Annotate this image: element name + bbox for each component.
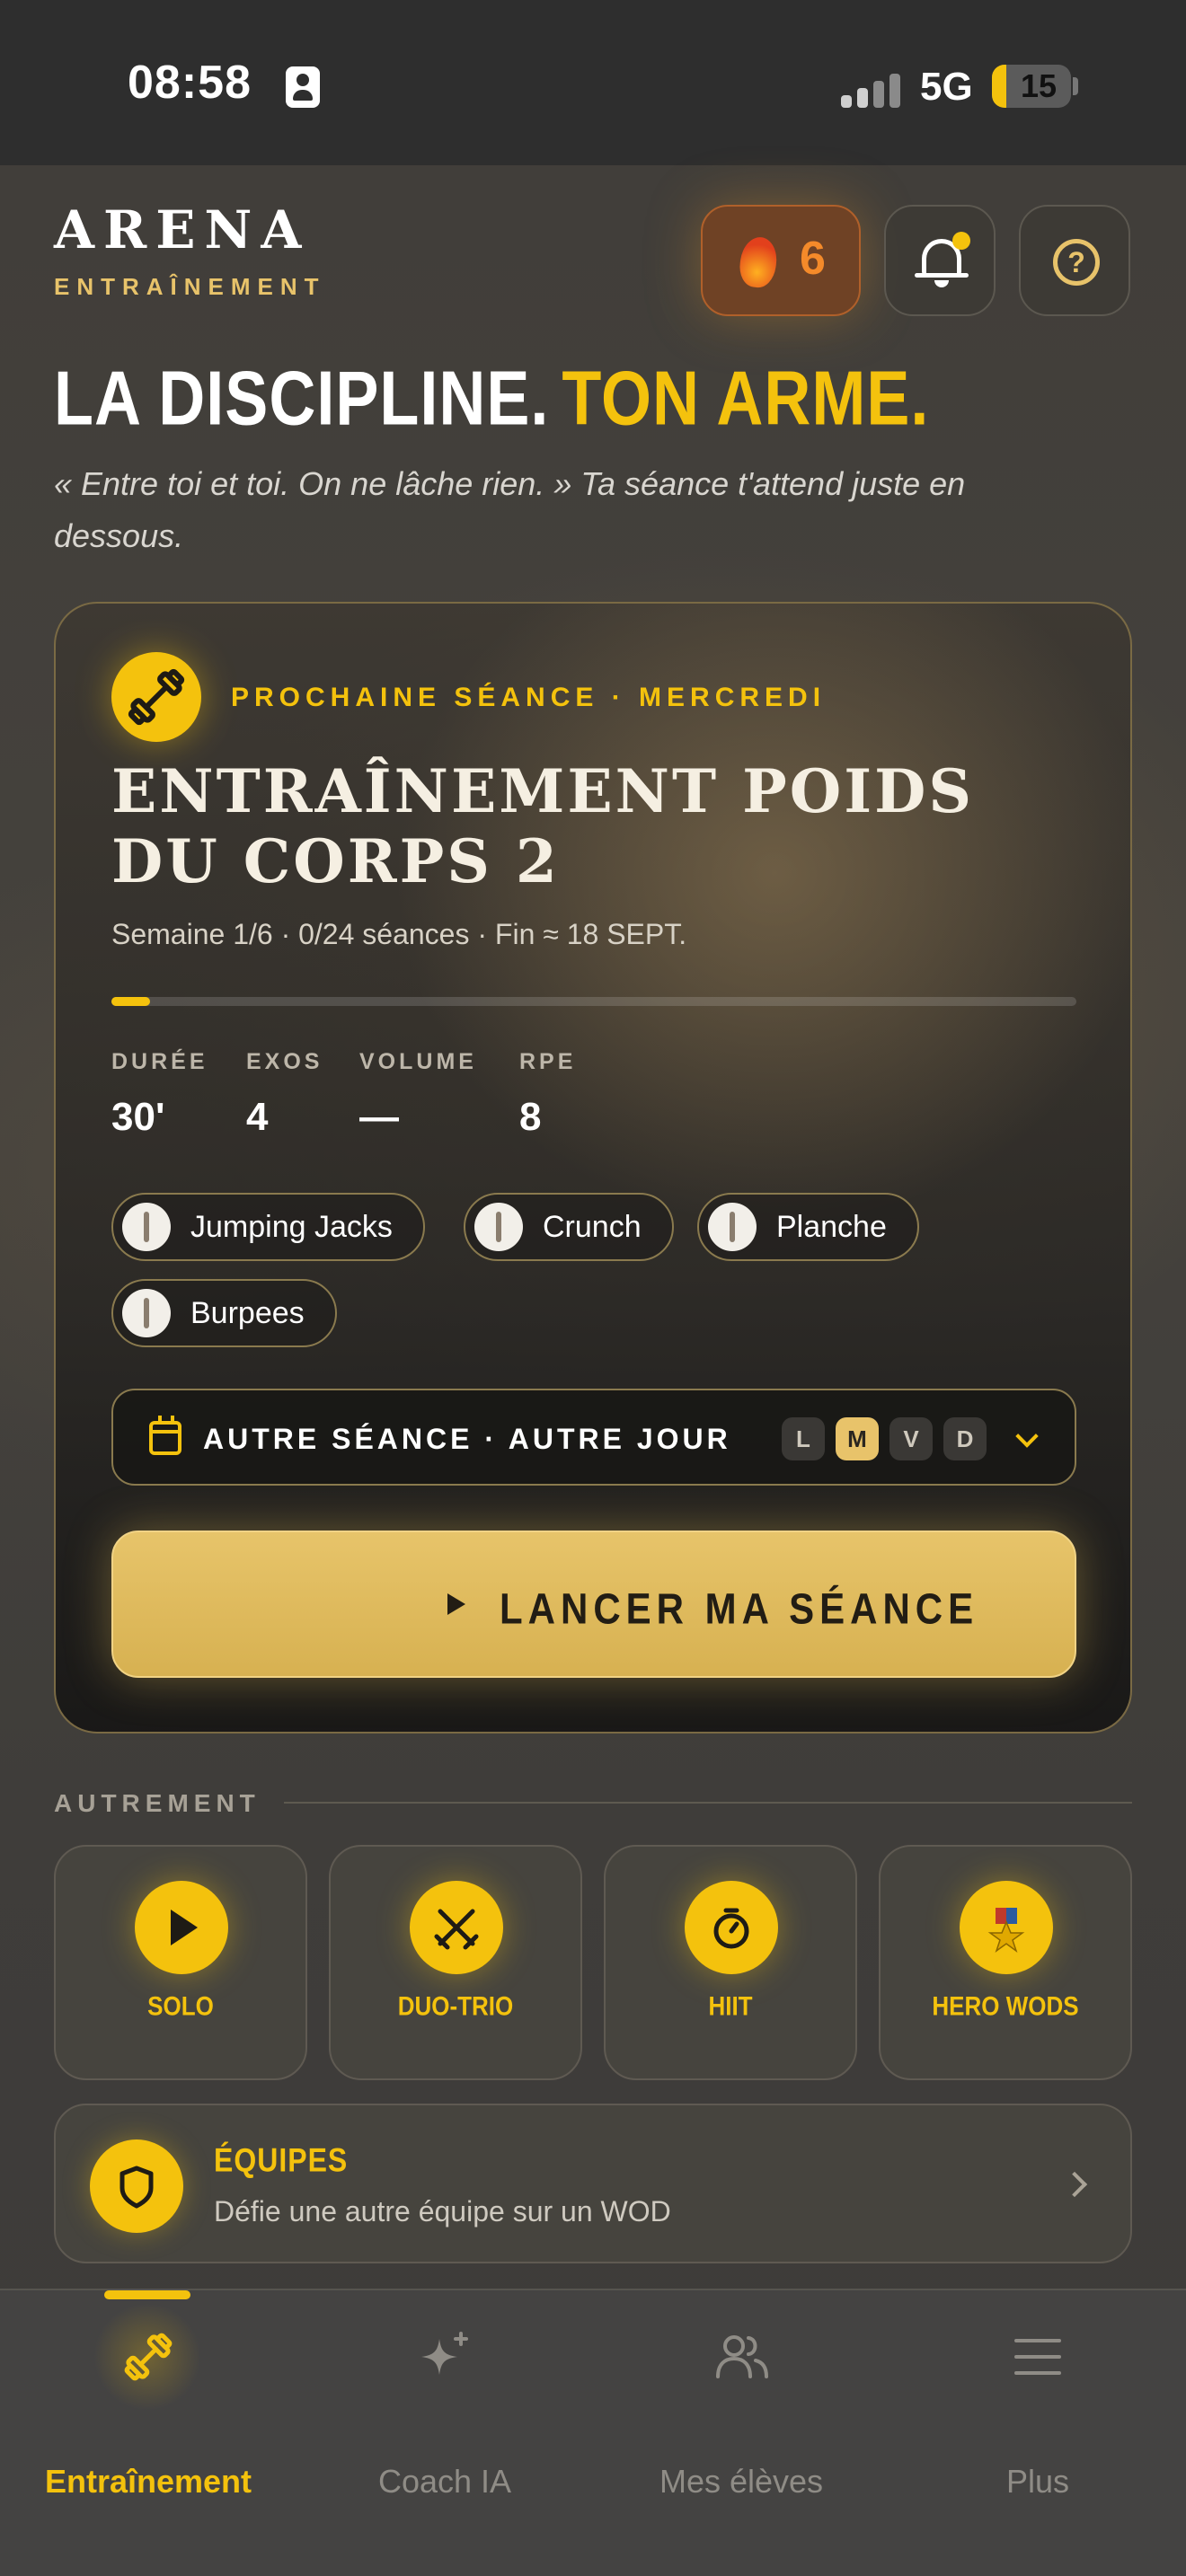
teams-title: ÉQUIPES: [214, 2141, 349, 2179]
battery-icon: 15: [992, 65, 1071, 108]
mode-hiit-tile[interactable]: HIIT: [604, 1845, 857, 2080]
exercise-thumbnail: [122, 1289, 171, 1337]
signal-icon: [841, 68, 902, 108]
notification-dot: [952, 232, 970, 250]
chevron-right-icon: [1061, 2171, 1088, 2198]
day-chip[interactable]: V: [890, 1417, 933, 1460]
session-label: PROCHAINE SÉANCE · MERCREDI: [231, 683, 827, 712]
tab-coach-ia[interactable]: Coach IA: [296, 2326, 593, 2506]
streak-count: 6: [800, 233, 826, 285]
brand-subtitle: ENTRAÎNEMENT: [54, 273, 326, 300]
active-tab-indicator: [104, 2290, 190, 2299]
person-icon: [286, 66, 320, 108]
notifications-button[interactable]: [884, 205, 996, 316]
motivation-quote: « Entre toi et toi. On ne lâche rien. » …: [54, 465, 966, 554]
battery-cap: [1073, 77, 1078, 95]
next-session-card: PROCHAINE SÉANCE · MERCREDI ENTRAÎNEMENT…: [54, 602, 1132, 1734]
exercise-chip[interactable]: Planche: [697, 1193, 919, 1261]
section-title-autrement: AUTREMENT: [54, 1789, 261, 1817]
brand-logo: ARENA: [54, 199, 311, 260]
play-icon: [447, 1593, 465, 1615]
shield-icon: [90, 2139, 183, 2233]
sparkle-icon: [414, 2326, 475, 2387]
launch-session-button[interactable]: LANCER MA SÉANCE: [111, 1531, 1076, 1678]
exercise-thumbnail: [708, 1203, 757, 1251]
teams-card[interactable]: ÉQUIPES Défie une autre équipe sur un WO…: [54, 2104, 1132, 2263]
battery-level: 15: [1020, 67, 1058, 104]
alternate-session-label: AUTRE SÉANCE · AUTRE JOUR: [203, 1423, 731, 1455]
alternate-session-selector[interactable]: AUTRE SÉANCE · AUTRE JOUR L M V D: [111, 1389, 1076, 1486]
mode-solo-tile[interactable]: SOLO: [54, 1845, 307, 2080]
play-icon: [135, 1881, 228, 1974]
streak-button[interactable]: 6: [701, 205, 861, 316]
headline-part1: LA DISCIPLINE.: [54, 357, 550, 442]
flame-icon: [737, 234, 780, 290]
exercise-chip[interactable]: Burpees: [111, 1279, 337, 1347]
mode-hero-wods-tile[interactable]: HERO WODS: [879, 1845, 1132, 2080]
teams-subtitle: Défie une autre équipe sur un WOD: [214, 2195, 671, 2228]
headline-part2: TON ARME.: [562, 357, 930, 442]
exercise-chip[interactable]: Crunch: [464, 1193, 674, 1261]
dumbbell-icon: [111, 652, 201, 742]
chevron-down-icon: [1015, 1425, 1039, 1448]
day-chip[interactable]: L: [782, 1417, 825, 1460]
calendar-icon: [149, 1416, 181, 1455]
page-headline: LA DISCIPLINE. TON ARME.: [54, 356, 929, 443]
mode-duo-trio-tile[interactable]: DUO-TRIO: [329, 1845, 582, 2080]
network-label: 5G: [920, 65, 973, 109]
stat-duration: DURÉE 30': [111, 1049, 208, 1139]
stopwatch-icon: [685, 1881, 778, 1974]
users-icon: [711, 2326, 772, 2387]
stat-exercises: EXOS 4: [246, 1049, 323, 1139]
crossed-swords-icon: [410, 1881, 503, 1974]
day-chip[interactable]: D: [943, 1417, 987, 1460]
menu-icon: [1007, 2326, 1068, 2387]
bottom-tab-bar: Entraînement Coach IA Mes élèves Plus: [0, 2289, 1186, 2576]
medal-icon: [960, 1881, 1053, 1974]
stat-rpe: RPE 8: [519, 1049, 577, 1139]
exercise-chip[interactable]: Jumping Jacks: [111, 1193, 425, 1261]
status-time: 08:58: [128, 57, 252, 109]
session-meta: Semaine 1/6 · 0/24 séances · Fin ≈ 18 SE…: [111, 918, 687, 950]
launch-session-label: LANCER MA SÉANCE: [500, 1584, 979, 1634]
session-title: ENTRAÎNEMENT POIDS DU CORPS 2: [111, 756, 974, 896]
exercise-thumbnail: [122, 1203, 171, 1251]
day-chip-active[interactable]: M: [836, 1417, 879, 1460]
session-progress: [111, 997, 1076, 1006]
tab-entrainement[interactable]: Entraînement: [0, 2326, 296, 2506]
status-bar: 08:58 5G 15: [0, 0, 1186, 165]
dumbbell-icon: [118, 2326, 179, 2387]
section-divider: [284, 1802, 1132, 1804]
progress-fill: [111, 997, 150, 1006]
stat-volume: VOLUME —: [359, 1049, 477, 1139]
tab-mes-eleves[interactable]: Mes élèves: [593, 2326, 890, 2506]
exercise-thumbnail: [474, 1203, 523, 1251]
help-button[interactable]: ?: [1019, 205, 1130, 316]
tab-plus[interactable]: Plus: [890, 2326, 1186, 2506]
question-icon: ?: [1053, 239, 1100, 286]
